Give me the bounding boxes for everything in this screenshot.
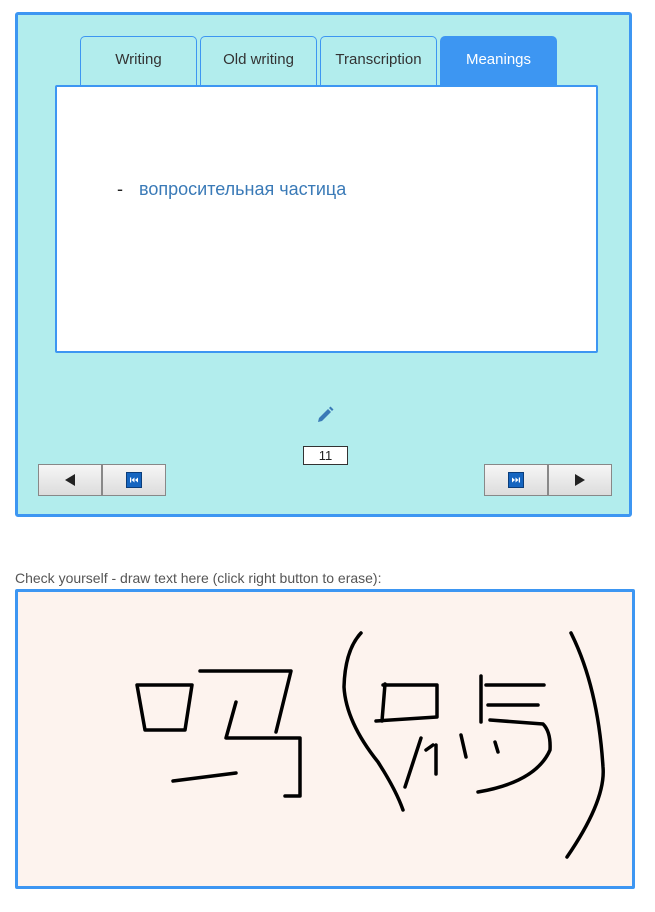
triangle-left-icon [65,474,75,486]
meaning-bullet: - [117,179,123,199]
next-button[interactable] [548,464,612,496]
skip-to-end-icon [508,472,524,488]
tab-meanings[interactable]: Meanings [440,36,557,86]
tab-old-writing[interactable]: Old writing [200,36,317,86]
draw-caption: Check yourself - draw text here (click r… [15,570,382,586]
drawing-canvas[interactable] [15,589,635,889]
prev-button[interactable] [38,464,102,496]
tab-transcription[interactable]: Transcription [320,36,437,86]
skip-to-start-icon [126,472,142,488]
triangle-right-icon [575,474,585,486]
last-button[interactable] [484,464,548,496]
first-button[interactable] [102,464,166,496]
card-counter: 11 [303,446,348,465]
flashcard: Writing Old writing Transcription Meanin… [15,12,632,517]
pencil-icon[interactable] [315,405,335,425]
tab-writing[interactable]: Writing [80,36,197,86]
handwritten-strokes [135,631,605,859]
meaning-text: вопросительная частица [139,179,347,199]
meaning-item: - вопросительная частица [117,179,346,200]
tab-bar: Writing Old writing Transcription Meanin… [80,36,560,86]
meanings-panel: - вопросительная частица [55,85,598,353]
